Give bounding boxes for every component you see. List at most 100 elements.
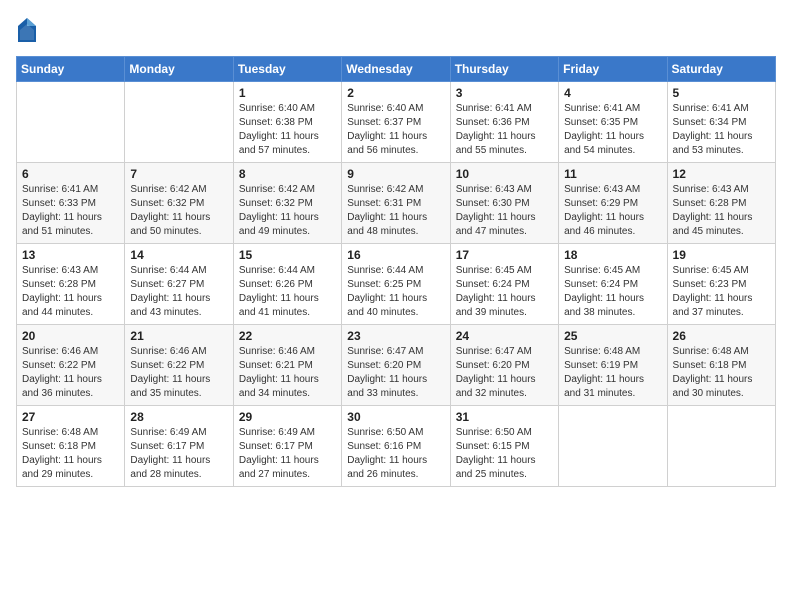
day-info: Sunrise: 6:49 AM Sunset: 6:17 PM Dayligh…	[130, 426, 227, 482]
day-number: 11	[564, 167, 661, 181]
day-number: 23	[347, 329, 444, 343]
day-number: 28	[130, 410, 227, 424]
calendar-cell: 26Sunrise: 6:48 AM Sunset: 6:18 PM Dayli…	[667, 325, 775, 406]
day-number: 6	[22, 167, 119, 181]
day-number: 21	[130, 329, 227, 343]
weekday-row: SundayMondayTuesdayWednesdayThursdayFrid…	[17, 57, 776, 82]
day-info: Sunrise: 6:45 AM Sunset: 6:24 PM Dayligh…	[564, 264, 661, 320]
day-number: 1	[239, 86, 336, 100]
day-info: Sunrise: 6:43 AM Sunset: 6:29 PM Dayligh…	[564, 183, 661, 239]
day-info: Sunrise: 6:48 AM Sunset: 6:18 PM Dayligh…	[22, 426, 119, 482]
day-number: 29	[239, 410, 336, 424]
day-number: 13	[22, 248, 119, 262]
day-info: Sunrise: 6:45 AM Sunset: 6:23 PM Dayligh…	[673, 264, 770, 320]
calendar-cell: 6Sunrise: 6:41 AM Sunset: 6:33 PM Daylig…	[17, 163, 125, 244]
day-info: Sunrise: 6:41 AM Sunset: 6:35 PM Dayligh…	[564, 102, 661, 158]
calendar-cell	[559, 406, 667, 487]
day-info: Sunrise: 6:49 AM Sunset: 6:17 PM Dayligh…	[239, 426, 336, 482]
calendar-cell: 3 Sunrise: 6:41 AM Sunset: 6:36 PM Daylig…	[450, 82, 558, 163]
calendar-cell: 16Sunrise: 6:44 AM Sunset: 6:25 PM Dayli…	[342, 244, 450, 325]
logo	[16, 16, 42, 44]
calendar-week-row: 13 Sunrise: 6:43 AM Sunset: 6:28 PM Dayli…	[17, 244, 776, 325]
calendar-cell: 21 Sunrise: 6:46 AM Sunset: 6:22 PM Dayli…	[125, 325, 233, 406]
calendar-cell: 8Sunrise: 6:42 AM Sunset: 6:32 PM Daylig…	[233, 163, 341, 244]
calendar-cell: 20 Sunrise: 6:46 AM Sunset: 6:22 PM Dayli…	[17, 325, 125, 406]
day-number: 20	[22, 329, 119, 343]
calendar-cell: 31 Sunrise: 6:50 AM Sunset: 6:15 PM Dayli…	[450, 406, 558, 487]
day-info: Sunrise: 6:44 AM Sunset: 6:26 PM Dayligh…	[239, 264, 336, 320]
day-info: Sunrise: 6:48 AM Sunset: 6:19 PM Dayligh…	[564, 345, 661, 401]
day-number: 14	[130, 248, 227, 262]
calendar-table: SundayMondayTuesdayWednesdayThursdayFrid…	[16, 56, 776, 487]
weekday-header: Saturday	[667, 57, 775, 82]
day-number: 26	[673, 329, 770, 343]
day-number: 24	[456, 329, 553, 343]
calendar-cell: 9 Sunrise: 6:42 AM Sunset: 6:31 PM Daylig…	[342, 163, 450, 244]
day-info: Sunrise: 6:47 AM Sunset: 6:20 PM Dayligh…	[456, 345, 553, 401]
day-number: 22	[239, 329, 336, 343]
calendar-cell: 10 Sunrise: 6:43 AM Sunset: 6:30 PM Dayli…	[450, 163, 558, 244]
day-number: 19	[673, 248, 770, 262]
page-header	[16, 16, 776, 44]
calendar-cell: 25Sunrise: 6:48 AM Sunset: 6:19 PM Dayli…	[559, 325, 667, 406]
day-info: Sunrise: 6:42 AM Sunset: 6:31 PM Dayligh…	[347, 183, 444, 239]
day-number: 7	[130, 167, 227, 181]
calendar-cell: 18 Sunrise: 6:45 AM Sunset: 6:24 PM Dayli…	[559, 244, 667, 325]
day-info: Sunrise: 6:45 AM Sunset: 6:24 PM Dayligh…	[456, 264, 553, 320]
day-info: Sunrise: 6:43 AM Sunset: 6:28 PM Dayligh…	[22, 264, 119, 320]
day-info: Sunrise: 6:41 AM Sunset: 6:34 PM Dayligh…	[673, 102, 770, 158]
calendar-week-row: 20 Sunrise: 6:46 AM Sunset: 6:22 PM Dayli…	[17, 325, 776, 406]
calendar-week-row: 6Sunrise: 6:41 AM Sunset: 6:33 PM Daylig…	[17, 163, 776, 244]
day-number: 17	[456, 248, 553, 262]
logo-icon	[16, 16, 38, 44]
weekday-header: Wednesday	[342, 57, 450, 82]
calendar-cell: 27 Sunrise: 6:48 AM Sunset: 6:18 PM Dayli…	[17, 406, 125, 487]
day-number: 4	[564, 86, 661, 100]
day-info: Sunrise: 6:46 AM Sunset: 6:21 PM Dayligh…	[239, 345, 336, 401]
calendar-cell	[125, 82, 233, 163]
day-number: 2	[347, 86, 444, 100]
day-info: Sunrise: 6:43 AM Sunset: 6:28 PM Dayligh…	[673, 183, 770, 239]
day-number: 30	[347, 410, 444, 424]
day-number: 3	[456, 86, 553, 100]
calendar-cell: 23 Sunrise: 6:47 AM Sunset: 6:20 PM Dayli…	[342, 325, 450, 406]
day-number: 18	[564, 248, 661, 262]
calendar-cell: 28 Sunrise: 6:49 AM Sunset: 6:17 PM Dayli…	[125, 406, 233, 487]
weekday-header: Sunday	[17, 57, 125, 82]
calendar-cell: 19 Sunrise: 6:45 AM Sunset: 6:23 PM Dayli…	[667, 244, 775, 325]
calendar-cell: 2 Sunrise: 6:40 AM Sunset: 6:37 PM Daylig…	[342, 82, 450, 163]
day-number: 27	[22, 410, 119, 424]
day-number: 9	[347, 167, 444, 181]
day-number: 10	[456, 167, 553, 181]
calendar-cell: 15Sunrise: 6:44 AM Sunset: 6:26 PM Dayli…	[233, 244, 341, 325]
day-info: Sunrise: 6:41 AM Sunset: 6:36 PM Dayligh…	[456, 102, 553, 158]
day-info: Sunrise: 6:46 AM Sunset: 6:22 PM Dayligh…	[22, 345, 119, 401]
day-number: 8	[239, 167, 336, 181]
calendar-cell	[667, 406, 775, 487]
day-info: Sunrise: 6:47 AM Sunset: 6:20 PM Dayligh…	[347, 345, 444, 401]
weekday-header: Tuesday	[233, 57, 341, 82]
day-info: Sunrise: 6:50 AM Sunset: 6:15 PM Dayligh…	[456, 426, 553, 482]
calendar-cell: 30 Sunrise: 6:50 AM Sunset: 6:16 PM Dayli…	[342, 406, 450, 487]
weekday-header: Monday	[125, 57, 233, 82]
calendar-header: SundayMondayTuesdayWednesdayThursdayFrid…	[17, 57, 776, 82]
day-info: Sunrise: 6:46 AM Sunset: 6:22 PM Dayligh…	[130, 345, 227, 401]
calendar-cell: 1 Sunrise: 6:40 AM Sunset: 6:38 PM Daylig…	[233, 82, 341, 163]
calendar-cell: 29 Sunrise: 6:49 AM Sunset: 6:17 PM Dayli…	[233, 406, 341, 487]
day-info: Sunrise: 6:40 AM Sunset: 6:37 PM Dayligh…	[347, 102, 444, 158]
calendar-cell: 14Sunrise: 6:44 AM Sunset: 6:27 PM Dayli…	[125, 244, 233, 325]
day-info: Sunrise: 6:50 AM Sunset: 6:16 PM Dayligh…	[347, 426, 444, 482]
weekday-header: Friday	[559, 57, 667, 82]
calendar-cell	[17, 82, 125, 163]
day-number: 16	[347, 248, 444, 262]
day-number: 31	[456, 410, 553, 424]
calendar-cell: 11 Sunrise: 6:43 AM Sunset: 6:29 PM Dayli…	[559, 163, 667, 244]
calendar-cell: 17 Sunrise: 6:45 AM Sunset: 6:24 PM Dayli…	[450, 244, 558, 325]
day-info: Sunrise: 6:40 AM Sunset: 6:38 PM Dayligh…	[239, 102, 336, 158]
calendar-cell: 5Sunrise: 6:41 AM Sunset: 6:34 PM Daylig…	[667, 82, 775, 163]
calendar-cell: 24 Sunrise: 6:47 AM Sunset: 6:20 PM Dayli…	[450, 325, 558, 406]
day-info: Sunrise: 6:43 AM Sunset: 6:30 PM Dayligh…	[456, 183, 553, 239]
calendar-cell: 13 Sunrise: 6:43 AM Sunset: 6:28 PM Dayli…	[17, 244, 125, 325]
calendar-cell: 7Sunrise: 6:42 AM Sunset: 6:32 PM Daylig…	[125, 163, 233, 244]
calendar-body: 1 Sunrise: 6:40 AM Sunset: 6:38 PM Daylig…	[17, 82, 776, 487]
